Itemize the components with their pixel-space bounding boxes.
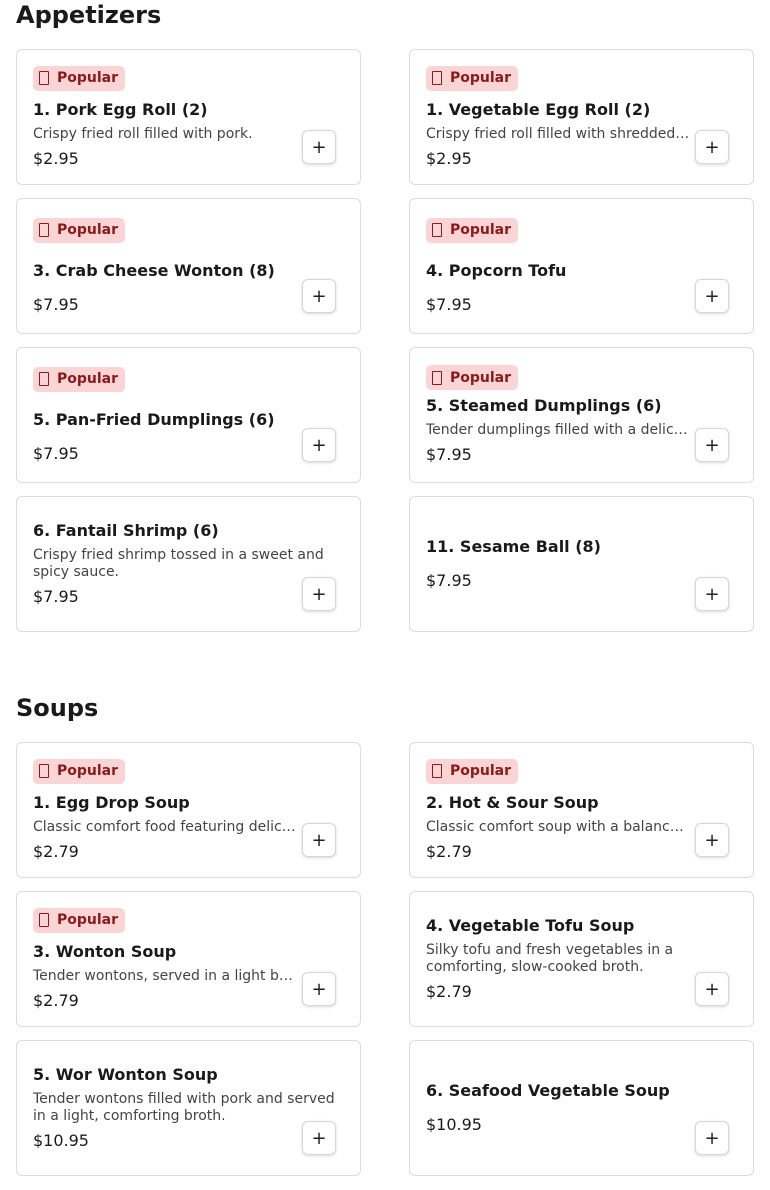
popular-badge-label: Popular xyxy=(57,70,119,86)
popular-icon xyxy=(39,71,49,85)
menu-item-description: Silky tofu and fresh vegetables in a com… xyxy=(426,942,674,975)
menu-item-card[interactable]: 6. Fantail Shrimp (6) Crispy fried shrim… xyxy=(16,496,361,632)
popular-icon xyxy=(39,764,49,778)
popular-badge: Popular xyxy=(426,365,519,390)
menu-item-price: $10.95 xyxy=(426,1115,482,1134)
menu-item-price: $7.95 xyxy=(426,445,472,464)
popular-icon xyxy=(432,370,442,385)
menu-item-price: $7.95 xyxy=(33,443,79,463)
menu-item-name: 2. Hot & Sour Soup xyxy=(426,792,599,812)
menu-item-name: 1. Pork Egg Roll (2) xyxy=(33,99,208,119)
menu-item-description: Classic comfort soup with a balance of… xyxy=(426,818,691,835)
popular-badge-label: Popular xyxy=(57,763,119,779)
menu-item-price: $2.79 xyxy=(33,841,79,861)
menu-item-name: 3. Crab Cheese Wonton (8) xyxy=(33,260,275,280)
menu-item-name: 5. Steamed Dumplings (6) xyxy=(426,396,662,415)
popular-badge-label: Popular xyxy=(57,912,119,928)
add-to-cart-button[interactable]: + xyxy=(302,823,336,857)
popular-badge-label: Popular xyxy=(57,371,119,387)
popular-icon xyxy=(39,372,49,386)
add-to-cart-button[interactable]: + xyxy=(695,1121,729,1155)
add-to-cart-button[interactable]: + xyxy=(302,279,336,313)
menu-item-description: Crispy fried roll filled with shredded… xyxy=(426,125,690,142)
menu-item-name: 4. Vegetable Tofu Soup xyxy=(426,916,635,935)
menu-item-card[interactable]: Popular 1. Pork Egg Roll (2) Crispy frie… xyxy=(16,49,361,185)
popular-badge: Popular xyxy=(33,366,126,392)
menu-item-name: 4. Popcorn Tofu xyxy=(426,260,567,280)
menu-item-price: $7.95 xyxy=(33,587,79,606)
menu-item-card[interactable]: 4. Vegetable Tofu Soup Silky tofu and fr… xyxy=(409,891,754,1027)
menu-item-description: Tender dumplings filled with a delicate xyxy=(426,422,691,438)
popular-badge-label: Popular xyxy=(450,763,512,779)
menu-item-name: 1. Egg Drop Soup xyxy=(33,792,190,812)
popular-icon xyxy=(432,223,442,237)
menu-item-price: $10.95 xyxy=(33,1131,89,1150)
add-to-cart-button[interactable]: + xyxy=(302,130,336,164)
popular-badge-label: Popular xyxy=(450,222,512,238)
popular-badge: Popular xyxy=(33,65,126,91)
menu-item-price: $2.79 xyxy=(33,990,79,1010)
add-to-cart-button[interactable]: + xyxy=(695,577,729,611)
menu-item-price: $2.79 xyxy=(426,982,472,1001)
menu-item-name: 5. Pan-Fried Dumplings (6) xyxy=(33,409,275,429)
menu-item-card[interactable]: 11. Sesame Ball (8) $7.95 + xyxy=(409,496,754,632)
menu-item-name: 3. Wonton Soup xyxy=(33,941,177,961)
menu-item-card[interactable]: Popular 4. Popcorn Tofu $7.95 + xyxy=(409,198,754,334)
popular-badge-label: Popular xyxy=(450,369,512,386)
popular-badge: Popular xyxy=(33,758,126,784)
section-title-appetizers: Appetizers xyxy=(16,1,162,29)
popular-badge: Popular xyxy=(33,907,126,933)
popular-badge: Popular xyxy=(426,65,519,91)
menu-item-card[interactable]: Popular 2. Hot & Sour Soup Classic comfo… xyxy=(409,742,754,878)
menu-item-card[interactable]: 5. Wor Wonton Soup Tender wontons filled… xyxy=(16,1040,361,1176)
menu-item-description: Tender wontons filled with pork and serv… xyxy=(33,1091,335,1124)
menu-item-price: $2.79 xyxy=(426,841,472,861)
menu-item-description: Classic comfort food featuring delicate… xyxy=(33,818,298,835)
menu-item-price: $2.95 xyxy=(33,148,79,168)
section-title-soups: Soups xyxy=(16,694,99,722)
popular-badge: Popular xyxy=(426,758,519,784)
popular-icon xyxy=(432,71,442,85)
menu-item-name: 11. Sesame Ball (8) xyxy=(426,537,601,556)
menu-item-description: Crispy fried shrimp tossed in a sweet an… xyxy=(33,547,324,580)
menu-item-name: 6. Fantail Shrimp (6) xyxy=(33,521,219,540)
menu-item-price: $2.95 xyxy=(426,148,472,168)
popular-icon xyxy=(39,913,49,927)
menu-item-name: 6. Seafood Vegetable Soup xyxy=(426,1081,670,1100)
add-to-cart-button[interactable]: + xyxy=(695,428,729,462)
menu-item-description: Crispy fried roll filled with pork. xyxy=(33,125,253,142)
menu-item-price: $7.95 xyxy=(33,294,79,314)
menu-item-card[interactable]: 6. Seafood Vegetable Soup $10.95 + xyxy=(409,1040,754,1176)
menu-item-card[interactable]: Popular 1. Egg Drop Soup Classic comfort… xyxy=(16,742,361,878)
add-to-cart-button[interactable]: + xyxy=(302,428,336,462)
popular-icon xyxy=(39,223,49,237)
menu-item-card[interactable]: Popular 1. Vegetable Egg Roll (2) Crispy… xyxy=(409,49,754,185)
add-to-cart-button[interactable]: + xyxy=(302,1121,336,1155)
menu-item-name: 5. Wor Wonton Soup xyxy=(33,1065,218,1084)
popular-badge-label: Popular xyxy=(57,222,119,238)
menu-item-card[interactable]: Popular 3. Crab Cheese Wonton (8) $7.95 … xyxy=(16,198,361,334)
popular-badge: Popular xyxy=(426,217,519,243)
menu-item-card[interactable]: Popular 3. Wonton Soup Tender wontons, s… xyxy=(16,891,361,1027)
add-to-cart-button[interactable]: + xyxy=(302,577,336,611)
menu-item-description: Tender wontons, served in a light broth… xyxy=(33,967,298,984)
popular-icon xyxy=(432,764,442,778)
menu-item-price: $7.95 xyxy=(426,294,472,314)
menu-item-price: $7.95 xyxy=(426,571,472,590)
menu-item-card[interactable]: Popular 5. Pan-Fried Dumplings (6) $7.95… xyxy=(16,347,361,483)
menu-item-card[interactable]: Popular 5. Steamed Dumplings (6) Tender … xyxy=(409,347,754,483)
add-to-cart-button[interactable]: + xyxy=(695,279,729,313)
popular-badge-label: Popular xyxy=(450,70,512,86)
add-to-cart-button[interactable]: + xyxy=(302,972,336,1006)
add-to-cart-button[interactable]: + xyxy=(695,130,729,164)
add-to-cart-button[interactable]: + xyxy=(695,823,729,857)
add-to-cart-button[interactable]: + xyxy=(695,972,729,1006)
popular-badge: Popular xyxy=(33,217,126,243)
menu-item-name: 1. Vegetable Egg Roll (2) xyxy=(426,99,651,119)
